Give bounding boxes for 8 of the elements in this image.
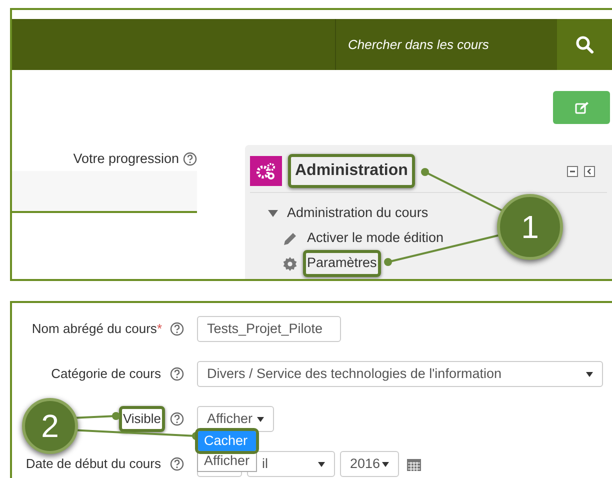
field-label: Date de début du cours [26, 455, 162, 474]
progress-label: Votre progression [73, 150, 179, 168]
field-label: Nom abrégé du cours [32, 320, 157, 338]
field-label: Catégorie de cours [51, 365, 162, 384]
block-title: Administration [288, 154, 415, 188]
callout-number: 2 [22, 398, 78, 454]
field-label: Visible [118, 406, 165, 432]
required-mark: * [156, 320, 162, 338]
